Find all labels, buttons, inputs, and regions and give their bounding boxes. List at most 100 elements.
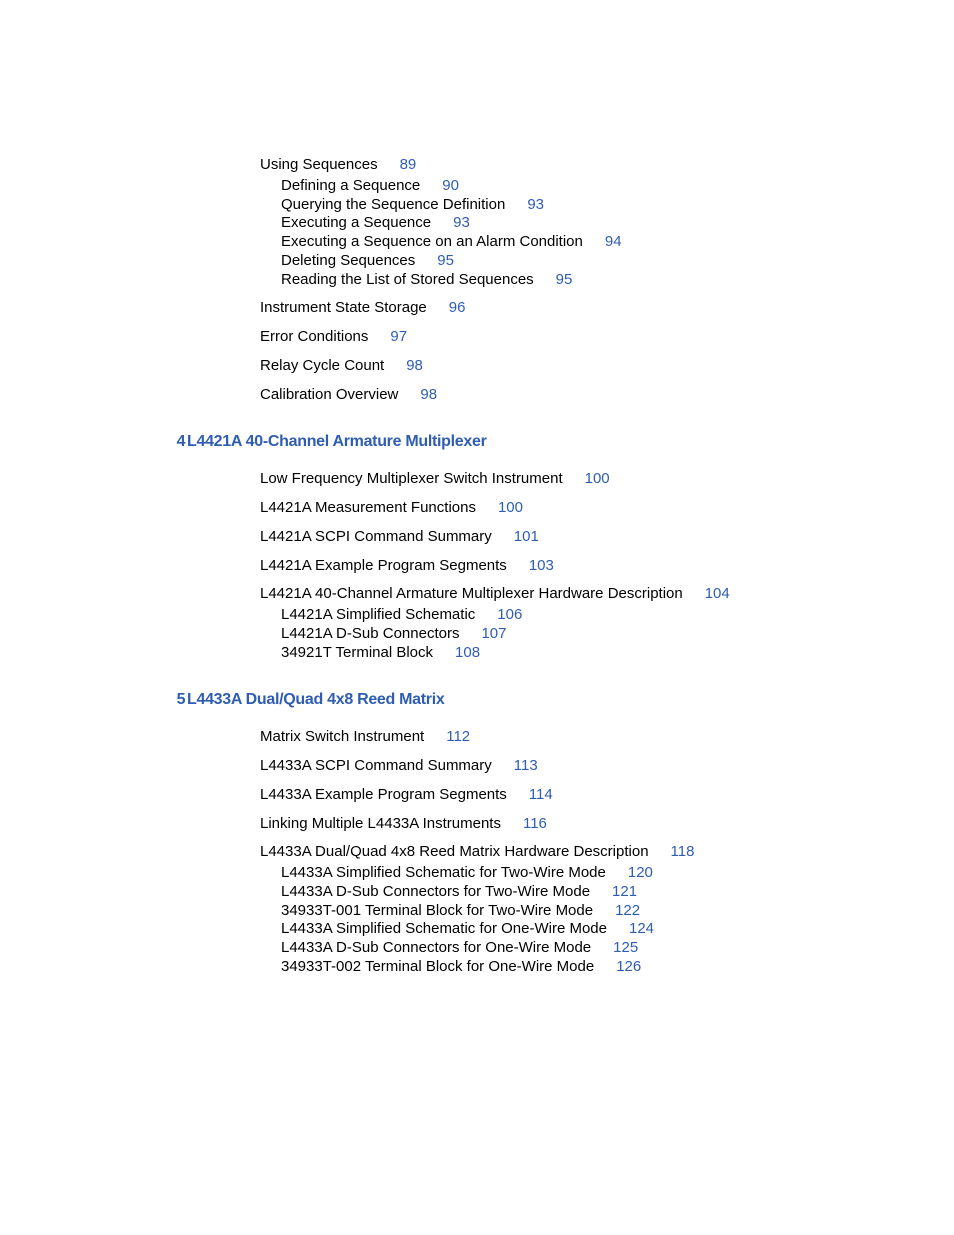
toc-entry-text[interactable]: Linking Multiple L4433A Instruments <box>260 815 501 832</box>
toc-entry-text[interactable]: L4421A Example Program Segments <box>260 557 507 574</box>
chapter-4-number: 4 <box>160 432 185 452</box>
toc-entry-page[interactable]: 108 <box>455 644 480 661</box>
toc-entry: Using Sequences 89 <box>260 156 874 175</box>
toc-entry: L4433A SCPI Command Summary 113 <box>260 757 874 776</box>
toc-entry-text[interactable]: L4421A Simplified Schematic <box>281 606 475 623</box>
toc-entry: L4421A Example Program Segments 103 <box>260 557 874 576</box>
toc-entry-text[interactable]: L4433A D-Sub Connectors for Two-Wire Mod… <box>281 883 590 900</box>
toc-entry-text[interactable]: Defining a Sequence <box>281 177 420 194</box>
toc-entry-text[interactable]: L4433A D-Sub Connectors for One-Wire Mod… <box>281 939 591 956</box>
toc-entry: L4433A D-Sub Connectors for One-Wire Mod… <box>281 939 874 958</box>
toc-entry-page[interactable]: 96 <box>449 299 466 316</box>
toc-entry-page[interactable]: 126 <box>616 958 641 975</box>
toc-entry-page[interactable]: 114 <box>529 786 553 803</box>
toc-entry-page[interactable]: 122 <box>615 902 640 919</box>
toc-entry: 34933T-002 Terminal Block for One-Wire M… <box>281 958 874 977</box>
toc-entry-text[interactable]: L4421A 40-Channel Armature Multiplexer H… <box>260 585 683 602</box>
chapter-4-title[interactable]: L4421A 40-Channel Armature Multiplexer <box>187 432 487 452</box>
toc-entry: Matrix Switch Instrument 112 <box>260 728 874 747</box>
toc-entry-text[interactable]: Executing a Sequence <box>281 214 431 231</box>
toc-entry-text[interactable]: L4433A Simplified Schematic for One-Wire… <box>281 920 607 937</box>
chapter-5-number: 5 <box>160 690 185 710</box>
toc-content: Using Sequences 89 Defining a Sequence 90 Qu… <box>0 0 954 977</box>
toc-entry-text[interactable]: Relay Cycle Count <box>260 357 384 374</box>
toc-entry-page[interactable]: 125 <box>613 939 638 956</box>
toc-entry-page[interactable]: 93 <box>527 196 544 213</box>
toc-entry: Querying the Sequence Definition 93 <box>281 196 874 215</box>
toc-entry: L4433A D-Sub Connectors for Two-Wire Mod… <box>281 883 874 902</box>
toc-entry-text[interactable]: Low Frequency Multiplexer Switch Instrum… <box>260 470 563 487</box>
toc-entry: L4433A Example Program Segments 114 <box>260 786 874 805</box>
toc-entry-page[interactable]: 100 <box>498 499 523 516</box>
toc-entry-text[interactable]: L4433A Dual/Quad 4x8 Reed Matrix Hardwar… <box>260 843 649 860</box>
toc-entry-page[interactable]: 95 <box>556 271 573 288</box>
toc-entry-text[interactable]: Matrix Switch Instrument <box>260 728 424 745</box>
chapter-3-continued: Using Sequences 89 Defining a Sequence 90 Qu… <box>160 156 874 404</box>
toc-entry-page[interactable]: 112 <box>446 728 470 745</box>
toc-entry-page[interactable]: 116 <box>523 815 547 832</box>
toc-entry-text[interactable]: 34933T-001 Terminal Block for Two-Wire M… <box>281 902 593 919</box>
toc-entry-text[interactable]: Error Conditions <box>260 328 368 345</box>
toc-entry-text[interactable]: Using Sequences <box>260 156 378 173</box>
toc-entry: Defining a Sequence 90 <box>281 177 874 196</box>
toc-entry: Executing a Sequence 93 <box>281 214 874 233</box>
toc-entry-page[interactable]: 97 <box>390 328 407 345</box>
toc-entry-page[interactable]: 89 <box>400 156 417 173</box>
toc-entry: L4421A D-Sub Connectors 107 <box>281 625 874 644</box>
toc-entry-page[interactable]: 98 <box>420 386 437 403</box>
toc-entry: Low Frequency Multiplexer Switch Instrum… <box>260 470 874 489</box>
toc-entry: Executing a Sequence on an Alarm Conditi… <box>281 233 874 252</box>
toc-entry: L4421A Simplified Schematic 106 <box>281 606 874 625</box>
chapter-4-header: 4 L4421A 40-Channel Armature Multiplexer <box>160 432 874 452</box>
toc-entry: Instrument State Storage 96 <box>260 299 874 318</box>
toc-entry: L4433A Simplified Schematic for Two-Wire… <box>281 864 874 883</box>
toc-entry-text[interactable]: 34921T Terminal Block <box>281 644 433 661</box>
toc-entry: L4421A Measurement Functions 100 <box>260 499 874 518</box>
toc-entry: Reading the List of Stored Sequences 95 <box>281 271 874 290</box>
toc-entry: L4433A Simplified Schematic for One-Wire… <box>281 920 874 939</box>
toc-entry-page[interactable]: 94 <box>605 233 622 250</box>
toc-entry-text[interactable]: L4433A Simplified Schematic for Two-Wire… <box>281 864 606 881</box>
toc-entry: 34933T-001 Terminal Block for Two-Wire M… <box>281 902 874 921</box>
chapter-5-header: 5 L4433A Dual/Quad 4x8 Reed Matrix <box>160 690 874 710</box>
toc-entry-text[interactable]: L4421A SCPI Command Summary <box>260 528 492 545</box>
toc-entry-text[interactable]: L4421A D-Sub Connectors <box>281 625 459 642</box>
toc-entry-text[interactable]: Calibration Overview <box>260 386 398 403</box>
toc-entry-page[interactable]: 100 <box>585 470 610 487</box>
toc-entry: L4421A SCPI Command Summary 101 <box>260 528 874 547</box>
toc-entry-text[interactable]: L4421A Measurement Functions <box>260 499 476 516</box>
toc-entry-page[interactable]: 121 <box>612 883 637 900</box>
toc-entry: Relay Cycle Count 98 <box>260 357 874 376</box>
toc-entry: L4433A Dual/Quad 4x8 Reed Matrix Hardwar… <box>260 843 874 862</box>
toc-entry-page[interactable]: 120 <box>628 864 653 881</box>
toc-entry-text[interactable]: 34933T-002 Terminal Block for One-Wire M… <box>281 958 594 975</box>
toc-entry-text[interactable]: Executing a Sequence on an Alarm Conditi… <box>281 233 583 250</box>
toc-entry-page[interactable]: 124 <box>629 920 654 937</box>
toc-entry-page[interactable]: 98 <box>406 357 423 374</box>
chapter-5-entries: Matrix Switch Instrument 112 L4433A SCPI C… <box>160 728 874 976</box>
toc-entry-page[interactable]: 104 <box>705 585 730 602</box>
toc-entry-page[interactable]: 118 <box>671 843 695 860</box>
toc-entry: Linking Multiple L4433A Instruments 116 <box>260 815 874 834</box>
toc-entry: Calibration Overview 98 <box>260 386 874 405</box>
toc-entry-text[interactable]: Instrument State Storage <box>260 299 427 316</box>
toc-entry-text[interactable]: Querying the Sequence Definition <box>281 196 505 213</box>
toc-entry: L4421A 40-Channel Armature Multiplexer H… <box>260 585 874 604</box>
toc-entry: 34921T Terminal Block 108 <box>281 644 874 663</box>
toc-entry-text[interactable]: Deleting Sequences <box>281 252 415 269</box>
toc-entry-page[interactable]: 90 <box>442 177 459 194</box>
toc-entry-page[interactable]: 93 <box>453 214 470 231</box>
toc-entry-page[interactable]: 113 <box>514 757 538 774</box>
chapter-5-title[interactable]: L4433A Dual/Quad 4x8 Reed Matrix <box>187 690 444 710</box>
toc-entry-page[interactable]: 101 <box>514 528 539 545</box>
toc-entry-text[interactable]: Reading the List of Stored Sequences <box>281 271 534 288</box>
toc-entry-text[interactable]: L4433A SCPI Command Summary <box>260 757 492 774</box>
toc-entry-text[interactable]: L4433A Example Program Segments <box>260 786 507 803</box>
toc-entry: Deleting Sequences 95 <box>281 252 874 271</box>
toc-entry: Error Conditions 97 <box>260 328 874 347</box>
toc-entry-page[interactable]: 95 <box>437 252 454 269</box>
chapter-4-entries: Low Frequency Multiplexer Switch Instrum… <box>160 470 874 662</box>
toc-entry-page[interactable]: 107 <box>481 625 506 642</box>
toc-entry-page[interactable]: 103 <box>529 557 554 574</box>
toc-entry-page[interactable]: 106 <box>497 606 522 623</box>
